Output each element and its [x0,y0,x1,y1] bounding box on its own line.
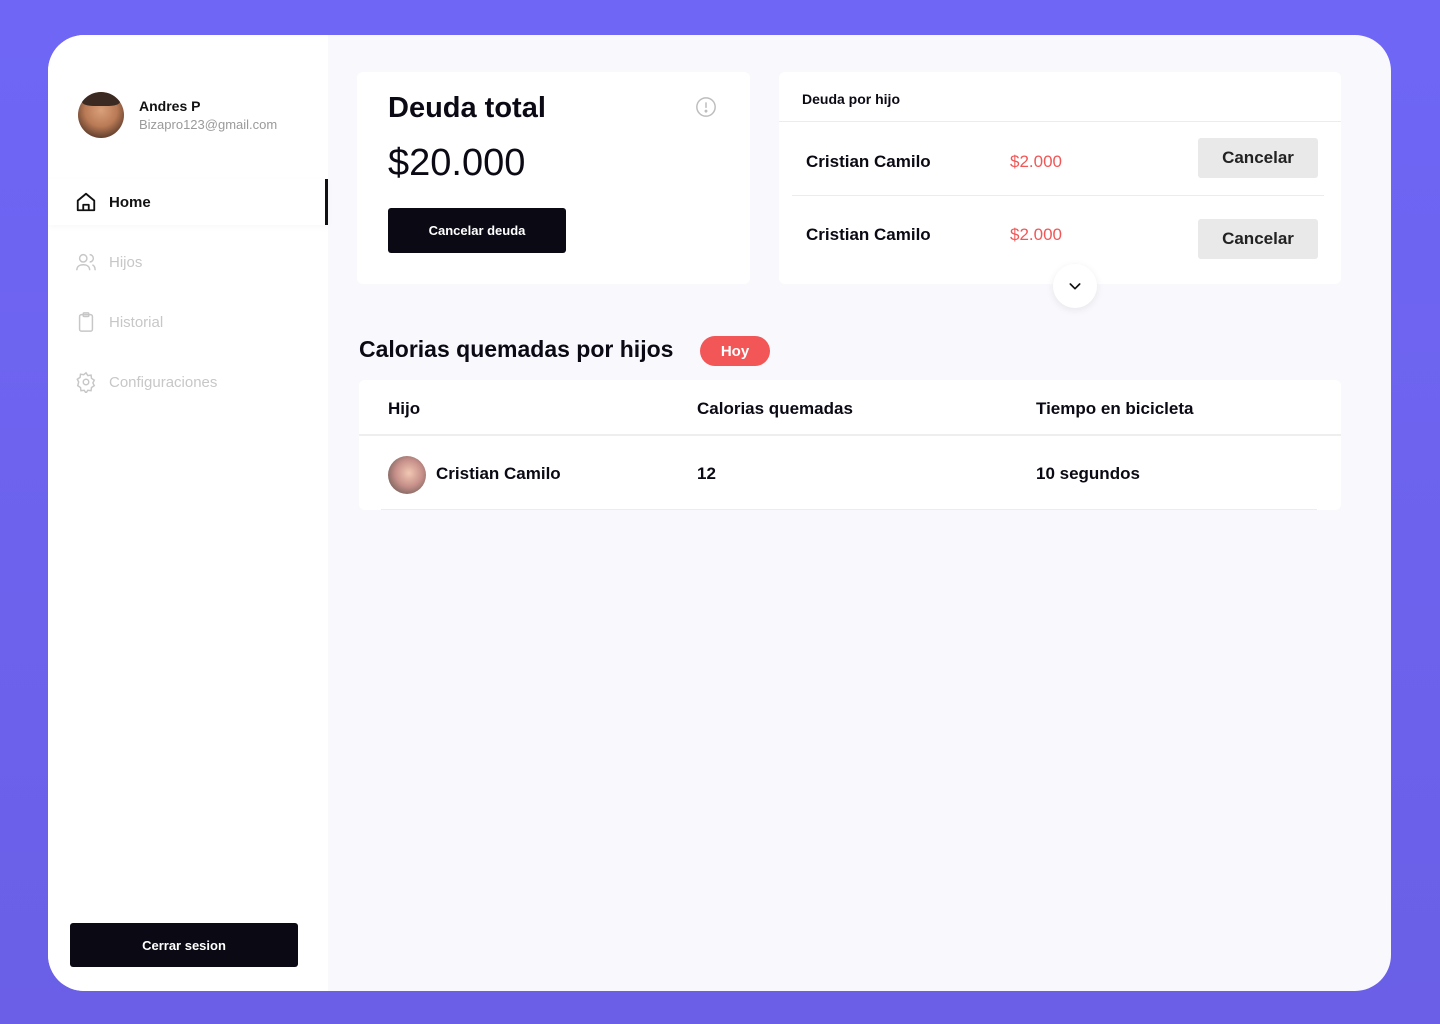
sidebar-item-home[interactable]: Home [48,179,328,225]
list-item: Cristian Camilo $2.000 Cancelar [792,197,1324,271]
total-debt-title: Deuda total [388,92,546,124]
child-name: Cristian Camilo [806,225,931,244]
sidebar: Andres P Bizapro123@gmail.com Home Hijos [48,35,328,991]
user-profile[interactable]: Andres P Bizapro123@gmail.com [78,92,277,138]
logout-button[interactable]: Cerrar sesion [70,923,298,967]
child-debt-amount: $2.000 [1010,225,1062,244]
clipboard-icon [78,312,94,332]
sidebar-item-label: Hijos [109,253,143,271]
cancel-child-debt-button[interactable]: Cancelar [1198,219,1318,259]
column-header-time: Tiempo en bicicleta [1036,399,1194,418]
debt-per-child-title: Deuda por hijo [802,91,900,107]
debt-per-child-card: Deuda por hijo Cristian Camilo $2.000 Ca… [779,72,1341,284]
cell-calories: 12 [697,464,716,483]
total-debt-card: Deuda total $20.000 Cancelar deuda [357,72,750,284]
sidebar-item-label: Home [109,193,151,211]
sidebar-nav: Home Hijos Historial Configuraciones [48,179,328,419]
user-avatar [78,92,124,138]
period-badge[interactable]: Hoy [700,336,770,366]
child-debt-amount: $2.000 [1010,152,1062,171]
cell-time: 10 segundos [1036,464,1140,483]
divider [359,434,1341,436]
child-name: Cristian Camilo [806,152,931,171]
user-email: Bizapro123@gmail.com [139,117,278,132]
chevron-down-icon [1069,283,1081,290]
column-header-calories: Calorias quemadas [697,399,853,418]
sidebar-item-hijos[interactable]: Hijos [48,239,328,285]
expand-list-button[interactable] [1053,264,1097,308]
child-avatar [388,456,426,494]
sidebar-item-historial[interactable]: Historial [48,299,328,345]
info-icon[interactable] [695,96,717,118]
sidebar-item-label: Configuraciones [109,373,218,391]
app-window: Andres P Bizapro123@gmail.com Home Hijos [48,35,1391,991]
cell-child-name: Cristian Camilo [436,464,561,483]
sidebar-item-label: Historial [109,313,164,331]
sidebar-item-configuraciones[interactable]: Configuraciones [48,359,328,405]
pay-debt-button[interactable]: Cancelar deuda [388,208,566,253]
cancel-child-debt-button[interactable]: Cancelar [1198,138,1318,178]
user-name: Andres P [139,98,201,114]
calories-section-title: Calorias quemadas por hijos [359,336,674,362]
users-icon [76,253,96,271]
list-item: Cristian Camilo $2.000 Cancelar [792,122,1324,196]
calories-table: Hijo Calorias quemadas Tiempo en bicicle… [359,380,1341,510]
divider [381,509,1317,510]
column-header-child: Hijo [388,399,421,418]
home-icon [76,192,96,212]
total-debt-amount: $20.000 [388,142,526,184]
gear-icon [76,371,96,393]
